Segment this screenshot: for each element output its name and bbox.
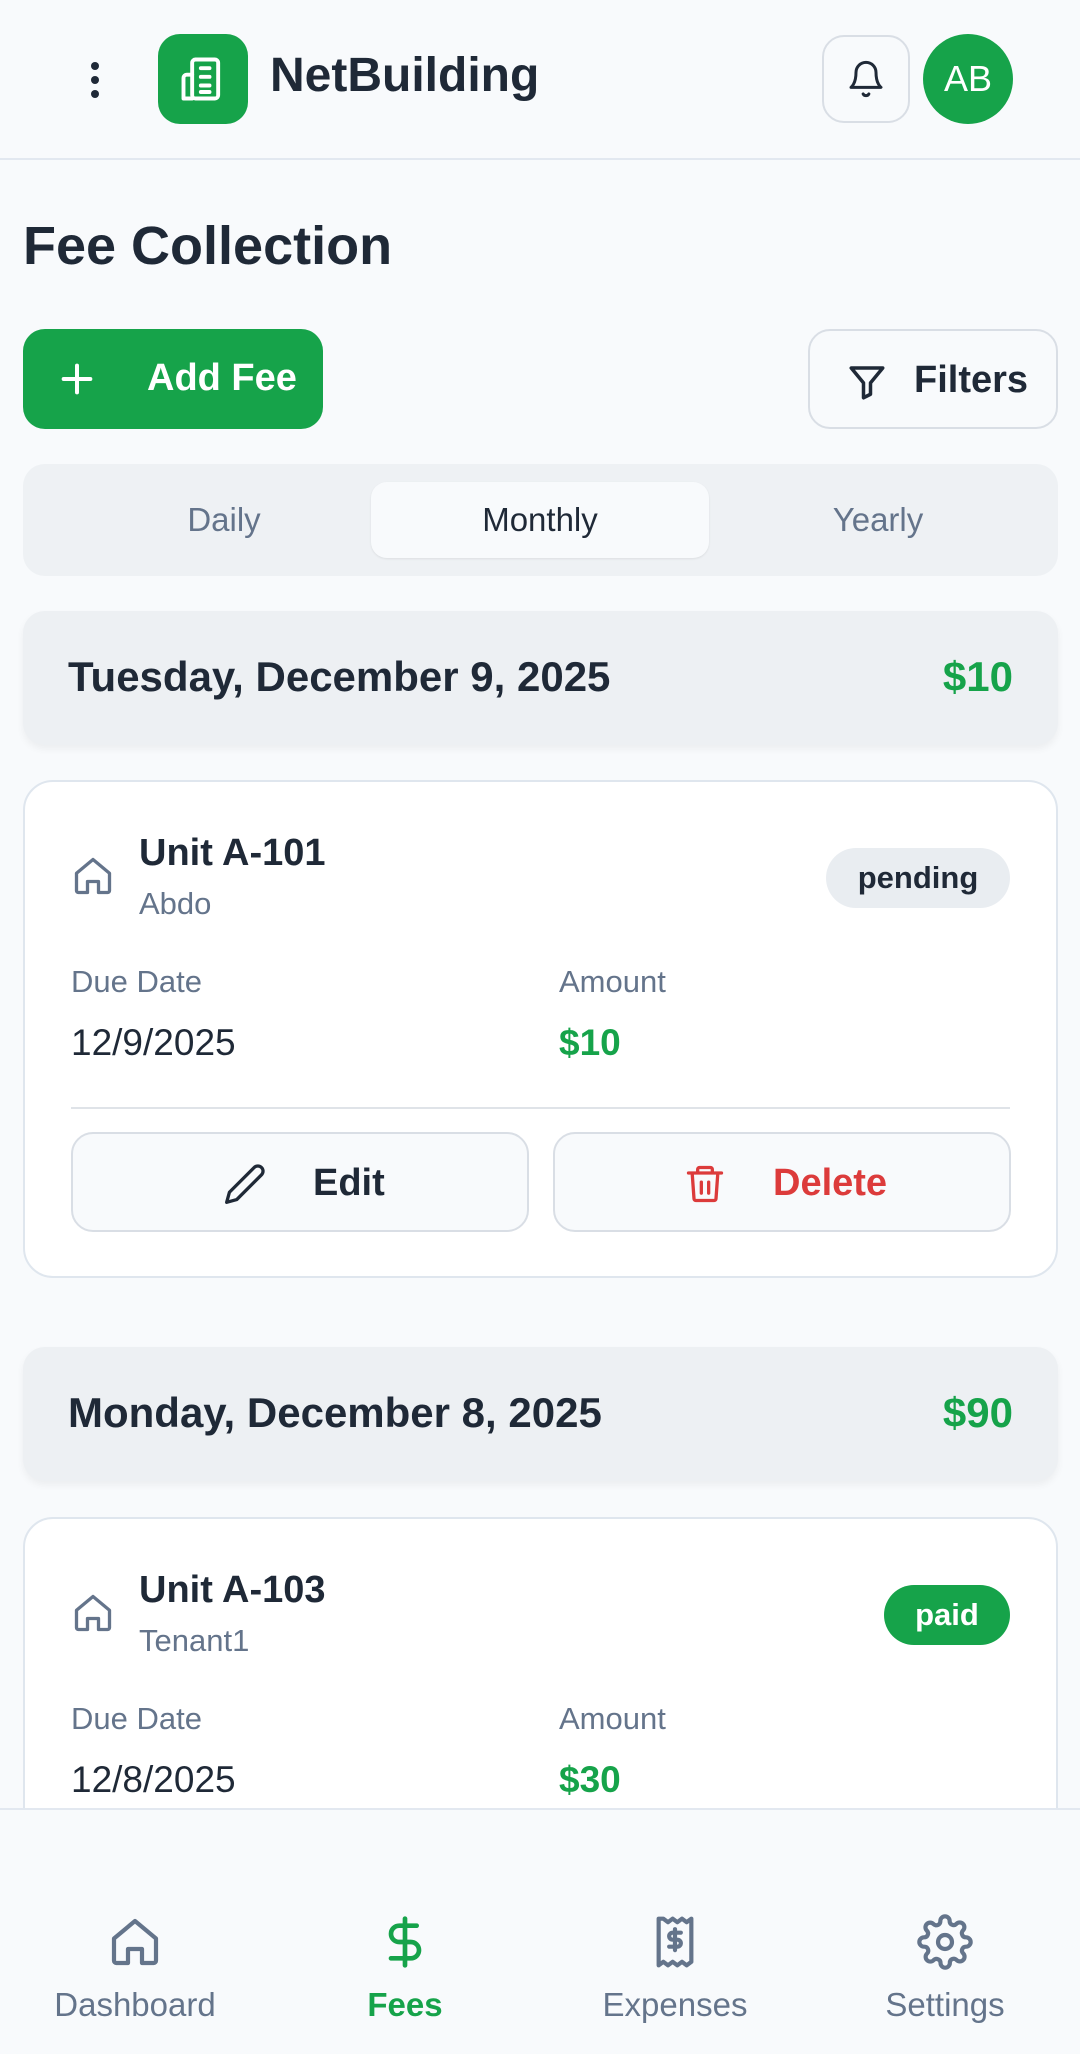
amount-label: Amount: [559, 1701, 666, 1736]
amount-value: $10: [559, 1022, 621, 1063]
due-date-label: Due Date: [71, 964, 202, 999]
bell-icon: [849, 60, 883, 98]
tab-daily[interactable]: Daily: [55, 482, 393, 558]
tenant-name: Abdo: [139, 886, 212, 921]
divider: [71, 1107, 1010, 1109]
due-date-value: 12/8/2025: [71, 1759, 236, 1800]
gear-icon: [917, 1914, 973, 1970]
group-date: Monday, December 8, 2025: [68, 1389, 602, 1436]
nav-settings[interactable]: Settings: [810, 1810, 1080, 2054]
add-fee-label: Add Fee: [147, 357, 297, 399]
nav-label: Expenses: [602, 1986, 748, 2023]
pencil-icon: [225, 1164, 265, 1204]
bottom-nav: Dashboard Fees Expenses Settings: [0, 1808, 1080, 2054]
home-icon: [74, 857, 112, 895]
add-fee-button[interactable]: Add Fee: [23, 329, 323, 429]
plus-icon: [61, 363, 93, 395]
tab-yearly[interactable]: Yearly: [709, 482, 1047, 558]
home-icon: [74, 1594, 112, 1632]
notifications-button[interactable]: [822, 35, 910, 123]
home-icon: [111, 1918, 159, 1966]
date-group-header: Tuesday, December 9, 2025 $10: [23, 611, 1058, 745]
app-header: NetBuilding AB: [0, 0, 1080, 160]
app-title: NetBuilding: [270, 49, 540, 102]
filters-label: Filters: [914, 359, 1029, 401]
delete-button[interactable]: Delete: [553, 1132, 1011, 1232]
nav-label: Fees: [367, 1986, 443, 2023]
amount-value: $30: [559, 1759, 621, 1800]
group-date: Tuesday, December 9, 2025: [68, 653, 611, 700]
receipt-icon: [656, 1916, 694, 1968]
filter-icon: [849, 366, 885, 400]
tab-monthly[interactable]: Monthly: [371, 482, 709, 558]
nav-label: Dashboard: [54, 1986, 216, 2023]
tenant-name: Tenant1: [139, 1623, 250, 1658]
nav-dashboard[interactable]: Dashboard: [0, 1810, 270, 2054]
filters-button[interactable]: Filters: [808, 329, 1058, 429]
fee-card: Unit A-101 Abdo pending Due Date Amount …: [23, 780, 1058, 1278]
nav-label: Settings: [885, 1986, 1005, 2023]
user-avatar[interactable]: AB: [923, 34, 1013, 124]
due-date-value: 12/9/2025: [71, 1022, 236, 1063]
page-title: Fee Collection: [23, 216, 393, 276]
more-vertical-icon[interactable]: [70, 55, 120, 105]
nav-expenses[interactable]: Expenses: [540, 1810, 810, 2054]
building-icon: [181, 57, 221, 101]
date-group-header: Monday, December 8, 2025 $90: [23, 1347, 1058, 1481]
edit-button[interactable]: Edit: [71, 1132, 529, 1232]
due-date-label: Due Date: [71, 1701, 202, 1736]
trash-icon: [686, 1165, 724, 1203]
group-total: $10: [942, 653, 1013, 700]
status-badge: paid: [884, 1585, 1010, 1645]
amount-label: Amount: [559, 964, 666, 999]
group-total: $90: [942, 1389, 1013, 1436]
dollar-icon: [388, 1916, 422, 1968]
unit-name: Unit A-103: [139, 1569, 326, 1611]
app-logo: [158, 34, 248, 124]
unit-name: Unit A-101: [139, 832, 326, 874]
delete-label: Delete: [773, 1162, 888, 1204]
status-badge: pending: [826, 848, 1010, 908]
nav-fees[interactable]: Fees: [270, 1810, 540, 2054]
period-tabs: Daily Monthly Yearly: [23, 464, 1058, 576]
edit-label: Edit: [313, 1162, 385, 1204]
